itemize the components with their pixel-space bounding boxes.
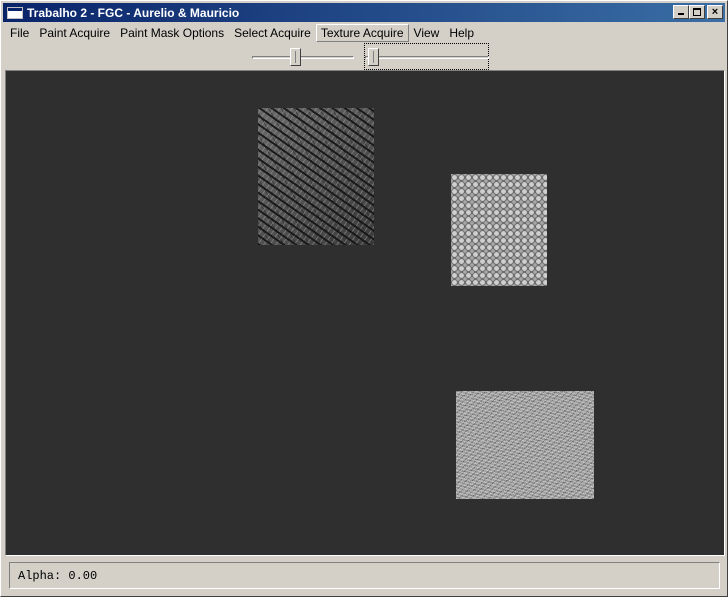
slider-1[interactable]: [252, 47, 354, 67]
close-button[interactable]: ×: [707, 5, 723, 19]
main-window: Trabalho 2 - FGC - Aurelio & Mauricio × …: [0, 0, 728, 597]
maximize-button[interactable]: [689, 5, 705, 19]
slider-1-track[interactable]: [252, 56, 354, 59]
drawing-canvas[interactable]: [5, 70, 725, 556]
diamond-pattern-texture[interactable]: [451, 174, 547, 286]
title-bar[interactable]: Trabalho 2 - FGC - Aurelio & Mauricio ×: [3, 3, 725, 22]
app-window-icon[interactable]: [7, 6, 23, 19]
maximize-icon: [693, 8, 701, 16]
rough-diagonal-texture[interactable]: [258, 108, 374, 245]
menu-file[interactable]: File: [5, 24, 34, 42]
menu-texture-acquire[interactable]: Texture Acquire: [315, 23, 409, 42]
menu-select-acquire[interactable]: Select Acquire: [229, 24, 316, 42]
noise-texture[interactable]: [456, 391, 594, 499]
slider-2-thumb[interactable]: [368, 48, 379, 66]
slider-1-thumb[interactable]: [290, 48, 301, 66]
status-bar: Alpha: 0.00: [9, 562, 720, 589]
toolbar: [1, 42, 728, 70]
title-buttons: ×: [673, 5, 723, 19]
menu-paint-acquire[interactable]: Paint Acquire: [34, 24, 115, 42]
window-title: Trabalho 2 - FGC - Aurelio & Mauricio: [27, 5, 240, 20]
minimize-button[interactable]: [673, 5, 689, 19]
menu-paint-mask-options[interactable]: Paint Mask Options: [115, 24, 229, 42]
slider-2[interactable]: [365, 47, 489, 67]
minimize-icon: [678, 13, 684, 15]
menu-view[interactable]: View: [409, 24, 445, 42]
slider-2-track[interactable]: [365, 56, 489, 59]
menu-help[interactable]: Help: [444, 24, 479, 42]
alpha-status: Alpha: 0.00: [18, 569, 98, 583]
close-icon: ×: [711, 6, 719, 18]
menu-bar: File Paint Acquire Paint Mask Options Se…: [3, 23, 725, 42]
